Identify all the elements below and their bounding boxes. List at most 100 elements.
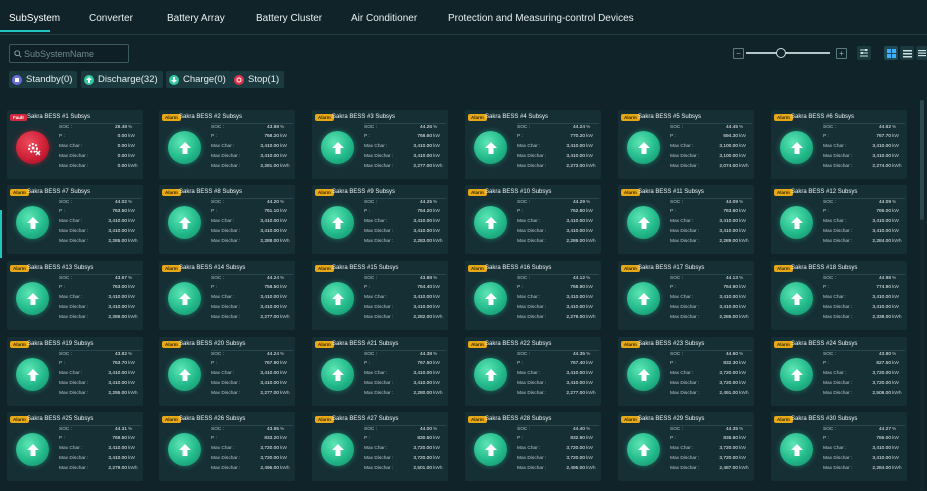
zoom-slider[interactable]: − + <box>733 45 847 61</box>
subsystem-card[interactable]: Alarm Sakra BESS #14 Subsys SOC : 44.24% P :… <box>159 261 295 330</box>
metric-label: P : <box>517 436 523 441</box>
metric-value: 44.27 <box>878 427 891 432</box>
vertical-scrollbar[interactable] <box>920 100 924 490</box>
metric-value: 2,277.00 <box>566 391 585 396</box>
metric-row-p: P : 762.60 kW <box>517 208 599 216</box>
filter-standby[interactable]: Standby(0) <box>9 71 78 88</box>
metric-row-max-charge: Max Char : 3,410.00 kW <box>211 370 293 378</box>
metric-row-max-discharge-2: Max Dischar : 2,286.00 kWh <box>517 238 599 246</box>
metric-row-p: P : 764.20 kW <box>364 208 446 216</box>
subsystem-card[interactable]: Alarm Sakra BESS #5 Subsys SOC : 44.45% P : 6… <box>618 110 754 179</box>
subsystem-card[interactable]: Alarm Sakra BESS #19 Subsys SOC : 43.82% P :… <box>7 337 143 406</box>
subsystem-card[interactable]: Alarm Sakra BESS #20 Subsys SOC : 44.24% P :… <box>159 337 295 406</box>
tab-subsystem[interactable]: SubSystem <box>9 13 60 24</box>
subsystem-card[interactable]: Alarm Sakra BESS #11 Subsys SOC : 44.09% P :… <box>618 185 754 254</box>
grid-view-button[interactable] <box>884 46 898 60</box>
zoom-track[interactable] <box>746 52 830 54</box>
metric-unit: kW <box>433 361 440 366</box>
metric-row-p: P : 763.00 kW <box>59 284 141 292</box>
filter-discharge[interactable]: Discharge(32) <box>81 71 163 88</box>
zoom-in-button[interactable]: + <box>836 48 847 59</box>
subsystem-card[interactable]: Alarm Sakra BESS #30 Subsys SOC : 44.27% P :… <box>771 412 907 481</box>
charge-arrow-icon <box>16 433 49 466</box>
metric-value: 768.60 <box>417 134 432 139</box>
subsystem-card[interactable]: Alarm Sakra BESS #29 Subsys SOC : 44.35% P :… <box>618 412 754 481</box>
subsystem-card[interactable]: Alarm Sakra BESS #26 Subsys SOC : 43.95% P :… <box>159 412 295 481</box>
subsystem-card[interactable]: Alarm Sakra BESS #10 Subsys SOC : 44.29% P :… <box>465 185 601 254</box>
metric-unit: kW <box>280 144 287 149</box>
subsystem-card[interactable]: Alarm Sakra BESS #23 Subsys SOC : 44.60% P :… <box>618 337 754 406</box>
metric-value: 44.25 <box>419 200 432 205</box>
subsystem-card[interactable]: Alarm Sakra BESS #28 Subsys SOC : 44.40% P :… <box>465 412 601 481</box>
subsystem-card[interactable]: Alarm Sakra BESS #18 Subsys SOC : 44.98% P :… <box>771 261 907 330</box>
metric-value: 3,720.00 <box>413 446 432 451</box>
compact-list-button[interactable] <box>916 46 927 60</box>
metric-row-p: P : 830.50 kW <box>364 435 446 443</box>
metric-row-soc: SOC : 44.24% <box>517 123 599 132</box>
status-badge: Alarm <box>621 416 640 423</box>
subsystem-card[interactable]: Alarm Sakra BESS #4 Subsys SOC : 44.24% P : 7… <box>465 110 601 179</box>
metric-value: 833.20 <box>264 436 279 441</box>
metric-value: 764.20 <box>417 209 432 214</box>
status-badge: Alarm <box>774 189 793 196</box>
scrollbar-thumb[interactable] <box>920 100 924 220</box>
metric-row-max-discharge-1: Max Dischar : 3,410.00 kW <box>211 228 293 236</box>
filter-charge[interactable]: Charge(0) <box>166 71 231 88</box>
search-box[interactable] <box>9 44 129 63</box>
subsystem-card[interactable]: Fault Sakra BESS #1 Subsys SOC : 28.48% P : 0… <box>7 110 143 179</box>
subsystem-card[interactable]: Alarm Sakra BESS #6 Subsys SOC : 44.62% P : 7… <box>771 110 907 179</box>
metric-value: 770.20 <box>570 134 585 139</box>
metric-value: 763.50 <box>112 209 127 214</box>
metric-unit: kW <box>586 285 593 290</box>
metric-value: 3,410.00 <box>566 144 585 149</box>
metric-label: Max Dischar : <box>364 381 394 386</box>
search-input[interactable] <box>24 48 124 59</box>
metric-unit: kWh <box>892 315 902 320</box>
subsystem-card[interactable]: Alarm Sakra BESS #22 Subsys SOC : 44.35% P :… <box>465 337 601 406</box>
metric-value: 43.80 <box>878 352 891 357</box>
subsystem-card[interactable]: Alarm Sakra BESS #9 Subsys SOC : 44.25% P : 7… <box>312 185 448 254</box>
tab-converter[interactable]: Converter <box>89 13 133 24</box>
metric-label: P : <box>670 361 676 366</box>
metric-label: Max Dischar : <box>59 466 89 471</box>
metric-label: Max Dischar : <box>364 229 394 234</box>
metric-row-max-discharge-1: Max Dischar : 3,410.00 kW <box>59 228 141 236</box>
subsystem-card[interactable]: Alarm Sakra BESS #24 Subsys SOC : 43.80% P :… <box>771 337 907 406</box>
subsystem-card[interactable]: Alarm Sakra BESS #8 Subsys SOC : 44.20% P : 7… <box>159 185 295 254</box>
zoom-handle[interactable] <box>776 48 786 58</box>
metric-value: 832.90 <box>570 436 585 441</box>
subsystem-card[interactable]: Alarm Sakra BESS #2 Subsys SOC : 43.88% P : 7… <box>159 110 295 179</box>
subsystem-card[interactable]: Alarm Sakra BESS #15 Subsys SOC : 43.88% P :… <box>312 261 448 330</box>
status-badge: Alarm <box>468 189 487 196</box>
tab-air-conditioner[interactable]: Air Conditioner <box>351 13 417 24</box>
metric-label: SOC : <box>211 276 225 281</box>
subsystem-card[interactable]: Alarm Sakra BESS #21 Subsys SOC : 44.38% P :… <box>312 337 448 406</box>
metric-label: Max Dischar : <box>211 229 241 234</box>
subsystem-card[interactable]: Alarm Sakra BESS #16 Subsys SOC : 44.12% P :… <box>465 261 601 330</box>
list-view-button[interactable] <box>900 46 914 60</box>
subsystem-card[interactable]: Alarm Sakra BESS #3 Subsys SOC : 44.26% P : 7… <box>312 110 448 179</box>
metric-row-p: P : 768.20 kW <box>211 133 293 141</box>
metric-label: Max Dischar : <box>211 305 241 310</box>
status-badge: Alarm <box>162 265 181 272</box>
subsystem-card[interactable]: Alarm Sakra BESS #27 Subsys SOC : 44.00% P :… <box>312 412 448 481</box>
subsystem-card[interactable]: Alarm Sakra BESS #17 Subsys SOC : 44.13% P :… <box>618 261 754 330</box>
metric-value: 3,410.00 <box>719 219 738 224</box>
list-settings-button[interactable] <box>857 46 871 60</box>
tab-protection-measuring[interactable]: Protection and Measuring-control Devices <box>448 13 634 24</box>
tab-battery-cluster[interactable]: Battery Cluster <box>256 13 322 24</box>
subsystem-card[interactable]: Alarm Sakra BESS #25 Subsys SOC : 44.31% P :… <box>7 412 143 481</box>
subsystem-card[interactable]: Alarm Sakra BESS #12 Subsys SOC : 44.09% P :… <box>771 185 907 254</box>
filter-stop[interactable]: Stop(1) <box>231 71 285 88</box>
metric-value: 835.60 <box>723 436 738 441</box>
metric-row-max-discharge-1: Max Dischar : 3,410.00 kW <box>517 380 599 388</box>
compact-list-icon <box>917 49 926 56</box>
zoom-out-button[interactable]: − <box>733 48 744 59</box>
subsystem-card[interactable]: Alarm Sakra BESS #7 Subsys SOC : 44.02% P : 7… <box>7 185 143 254</box>
subsystem-card[interactable]: Alarm Sakra BESS #13 Subsys SOC : 43.67% P :… <box>7 261 143 330</box>
tab-battery-array[interactable]: Battery Array <box>167 13 225 24</box>
metric-value: 3,410.00 <box>566 295 585 300</box>
metric-unit: kW <box>892 285 899 290</box>
metric-unit: kW <box>433 305 440 310</box>
metric-row-max-charge: Max Char : 3,720.00 kW <box>670 445 752 453</box>
